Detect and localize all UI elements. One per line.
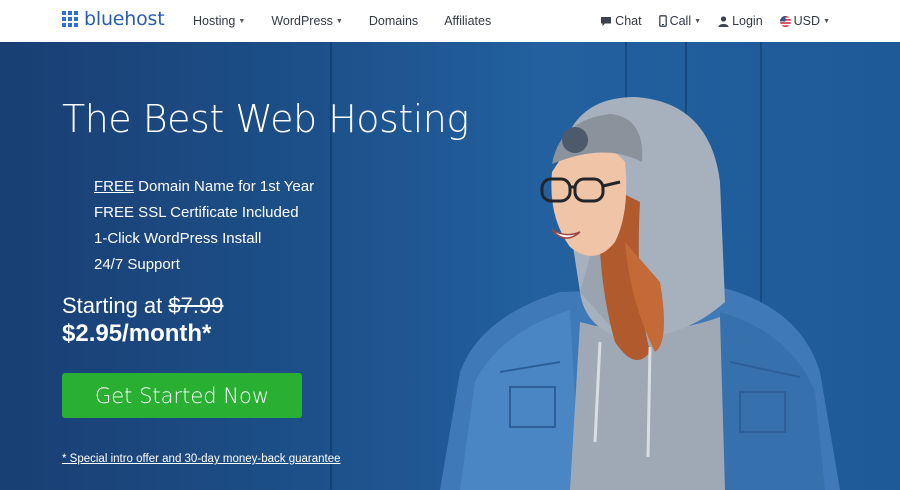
chevron-down-icon: ▼ bbox=[335, 17, 343, 25]
chat-link[interactable]: Chat bbox=[600, 14, 642, 28]
old-price: $7.99 bbox=[168, 293, 224, 318]
nav-wordpress-label: WordPress bbox=[271, 14, 333, 28]
feature-item: FREE Domain Name for 1st Year bbox=[94, 174, 314, 200]
starting-label: Starting at bbox=[62, 293, 163, 318]
chevron-down-icon: ▼ bbox=[694, 17, 702, 25]
nav-affiliates[interactable]: Affiliates bbox=[444, 14, 491, 28]
currency-label: USD bbox=[793, 14, 821, 28]
hero-banner: The Best Web Hosting FREE Domain Name fo… bbox=[0, 42, 900, 490]
login-label: Login bbox=[732, 14, 763, 28]
feature-highlight: 1-Click bbox=[94, 230, 140, 247]
feature-text: SSL Certificate Included bbox=[134, 204, 299, 221]
login-link[interactable]: Login bbox=[718, 14, 763, 28]
main-menu: Hosting ▼ WordPress ▼ Domains Affiliates bbox=[193, 0, 517, 42]
nav-wordpress[interactable]: WordPress ▼ bbox=[271, 14, 343, 28]
offer-disclaimer-link[interactable]: * Special intro offer and 30-day money-b… bbox=[62, 453, 341, 465]
feature-item: 24/7 Support bbox=[94, 252, 314, 278]
get-started-button[interactable]: Get Started Now bbox=[62, 373, 302, 418]
nav-hosting-label: Hosting bbox=[193, 14, 236, 28]
feature-highlight[interactable]: FREE bbox=[94, 178, 134, 195]
phone-icon bbox=[658, 15, 667, 27]
nav-affiliates-label: Affiliates bbox=[444, 14, 492, 28]
chat-icon bbox=[601, 16, 612, 26]
logo-grid-icon bbox=[62, 11, 78, 27]
chat-label: Chat bbox=[615, 14, 642, 28]
currency-selector[interactable]: USD ▼ bbox=[779, 14, 830, 28]
call-link[interactable]: Call ▼ bbox=[658, 14, 702, 28]
nav-domains-label: Domains bbox=[368, 14, 419, 28]
feature-highlight: 24/7 bbox=[94, 256, 124, 273]
feature-text: Domain Name for 1st Year bbox=[134, 178, 315, 195]
feature-item: 1-Click WordPress Install bbox=[94, 226, 314, 252]
bluehost-logo[interactable]: bluehost bbox=[62, 8, 165, 30]
feature-text: WordPress Install bbox=[139, 230, 262, 247]
hero-title: The Best Web Hosting bbox=[62, 97, 469, 141]
chevron-down-icon: ▼ bbox=[238, 17, 246, 25]
call-label: Call bbox=[669, 14, 692, 28]
feature-highlight: FREE bbox=[94, 204, 135, 221]
top-nav: bluehost Hosting ▼ WordPress ▼ Domains A… bbox=[0, 0, 900, 42]
feature-item: FREE SSL Certificate Included bbox=[94, 200, 314, 226]
user-icon bbox=[718, 15, 729, 27]
logo-text: bluehost bbox=[84, 8, 165, 30]
nav-hosting[interactable]: Hosting ▼ bbox=[193, 14, 245, 28]
us-flag-icon bbox=[779, 15, 791, 27]
feature-text: Support bbox=[123, 256, 180, 273]
starting-price-line: Starting at $7.99 bbox=[62, 293, 223, 319]
nav-domains[interactable]: Domains bbox=[369, 14, 418, 28]
chevron-down-icon: ▼ bbox=[823, 17, 830, 25]
utility-menu: Chat Call ▼ Login USD ▼ bbox=[583, 0, 830, 42]
feature-list: FREE Domain Name for 1st Year FREE SSL C… bbox=[94, 174, 314, 278]
current-price: $2.95/month* bbox=[62, 320, 212, 347]
hero-person-image bbox=[440, 97, 840, 490]
